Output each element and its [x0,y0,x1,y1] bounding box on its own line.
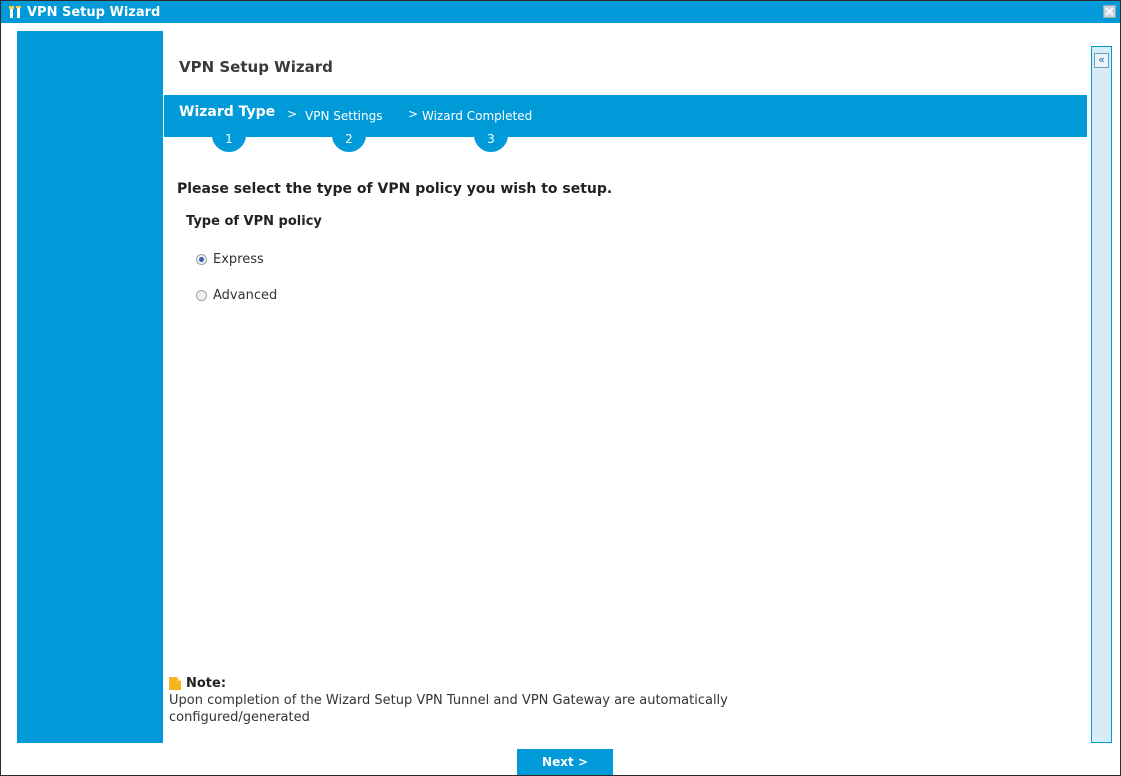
step-number: 1 [225,132,233,146]
radio-label: Express [213,252,264,267]
wizard-window: VPN Setup Wizard VPN Setup Wizard Wizard… [0,0,1121,776]
wizard-content: VPN Setup Wizard Wizard Type > VPN Setti… [164,31,1087,743]
radio-label: Advanced [213,288,278,303]
note-line-1: Upon completion of the Wizard Setup VPN … [169,693,728,708]
note-heading: Note: [169,676,1069,691]
step-label: Wizard Completed [422,109,533,123]
collapse-panel: « [1091,46,1112,743]
radio-advanced[interactable]: Advanced [196,288,277,303]
title-bar: VPN Setup Wizard [1,1,1120,23]
note-title: Note: [186,676,227,691]
step-separator: > [408,107,419,121]
radio-button[interactable] [196,290,207,301]
note-icon [169,677,181,690]
policy-type-label: Type of VPN policy [186,214,322,229]
step-number: 2 [345,132,353,146]
note-line-2: configured/generated [169,710,310,725]
wizard-steps-bar: Wizard Type > VPN Settings > Wizard Comp… [164,95,1087,137]
step-separator: > [287,107,298,121]
close-icon[interactable] [1103,5,1116,18]
radio-button-selected[interactable] [196,254,207,265]
next-button[interactable]: Next > [517,749,613,775]
step-wizard-completed: Wizard Completed [422,105,532,124]
radio-express[interactable]: Express [196,252,264,267]
step-number-1: 1 [212,124,246,152]
step-number: 3 [487,132,495,146]
step-label: VPN Settings [305,109,383,123]
page-title: VPN Setup Wizard [179,58,333,76]
step-number-2: 2 [332,124,366,152]
step-number-3: 3 [474,124,508,152]
step-label: Wizard Type [179,104,276,120]
wizard-sidebar [17,31,163,743]
wizard-tools-icon [9,6,21,18]
selection-prompt: Please select the type of VPN policy you… [177,181,613,197]
step-wizard-type: Wizard Type [179,101,275,120]
window-title: VPN Setup Wizard [27,4,161,20]
step-vpn-settings: VPN Settings [305,105,382,124]
double-chevron-left-icon[interactable]: « [1094,53,1109,68]
note-block: Note: Upon completion of the Wizard Setu… [169,676,1069,725]
